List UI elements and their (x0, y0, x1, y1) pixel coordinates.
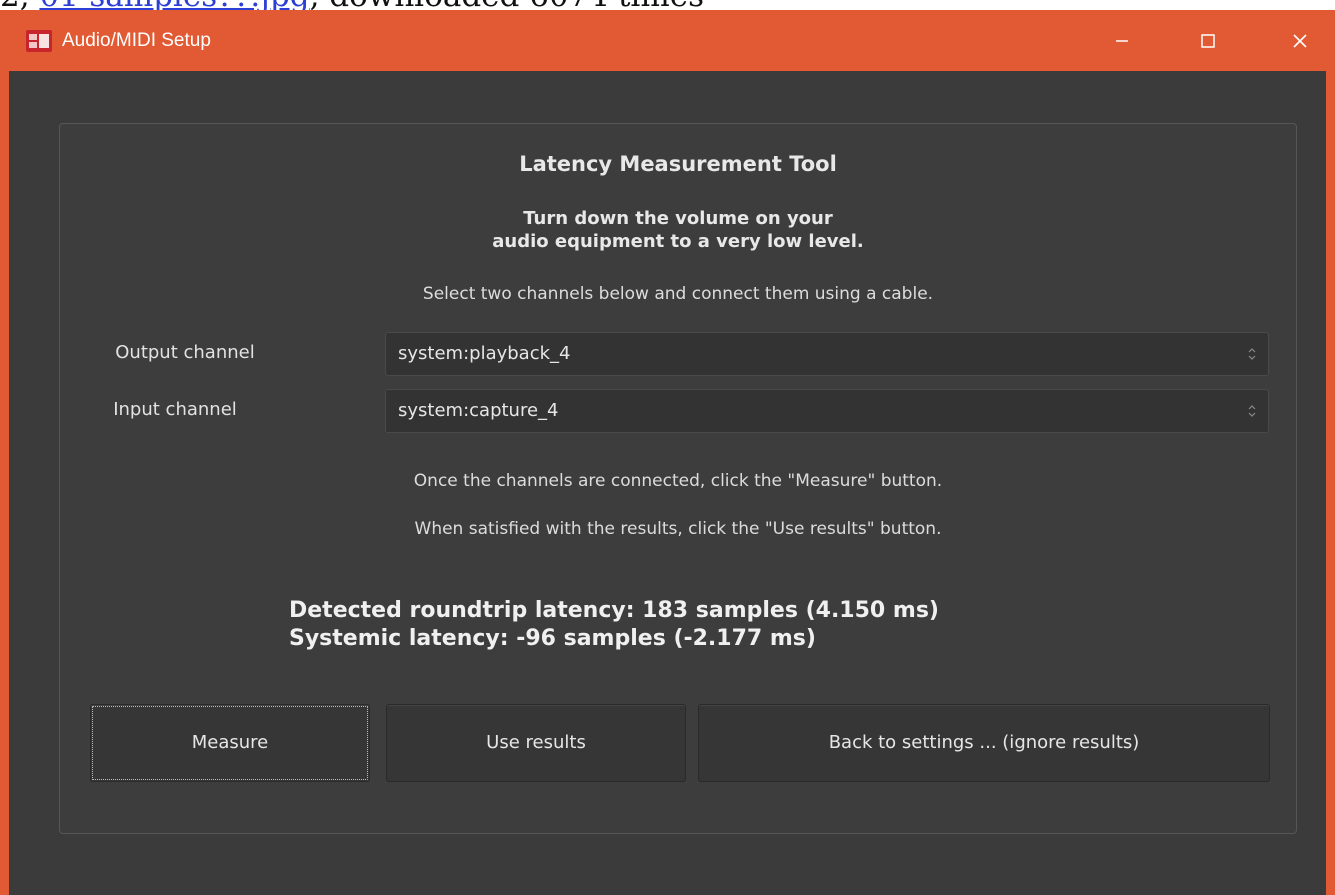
back-to-settings-button[interactable]: Back to settings ... (ignore results) (698, 704, 1270, 782)
use-results-button[interactable]: Use results (386, 704, 686, 782)
latency-tool-panel: Latency Measurement Tool Turn down the v… (59, 123, 1297, 834)
latency-results: Detected roundtrip latency: 183 samples … (289, 597, 939, 653)
volume-warning: Turn down the volume on your audio equip… (60, 207, 1296, 253)
input-channel-label: Input channel (113, 399, 237, 420)
minimize-button[interactable] (1090, 10, 1154, 71)
maximize-icon (1201, 33, 1215, 48)
window-title: Audio/MIDI Setup (62, 30, 211, 51)
select-channels-instruction: Select two channels below and connect th… (422, 284, 934, 304)
output-channel-select[interactable]: system:playback_4 (385, 332, 1269, 376)
warning-line-1: Turn down the volume on your (523, 208, 833, 229)
app-icon (26, 30, 52, 52)
minimize-icon (1116, 39, 1128, 42)
maximize-button[interactable] (1176, 10, 1240, 71)
input-channel-value: system:capture_4 (398, 400, 559, 421)
systemic-latency-result: Systemic latency: -96 samples (-2.177 ms… (289, 626, 816, 651)
output-channel-value: system:playback_4 (398, 343, 571, 364)
spinner-arrows-icon (1248, 405, 1256, 417)
input-channel-select[interactable]: system:capture_4 (385, 389, 1269, 433)
tool-title: Latency Measurement Tool (519, 152, 837, 176)
warning-line-2: audio equipment to a very low level. (492, 231, 864, 252)
audio-midi-setup-window: Audio/MIDI Setup Latency Measurement Too… (0, 10, 1335, 895)
spinner-arrows-icon (1248, 348, 1256, 360)
window-border-left (0, 71, 9, 895)
close-icon (1293, 33, 1307, 48)
title-bar[interactable]: Audio/MIDI Setup (0, 10, 1335, 71)
close-button[interactable] (1268, 10, 1332, 71)
roundtrip-latency-result: Detected roundtrip latency: 183 samples … (289, 598, 939, 623)
window-border-right (1326, 71, 1335, 895)
use-results-instruction: When satisfied with the results, click t… (414, 519, 942, 539)
window-client-area: Latency Measurement Tool Turn down the v… (9, 71, 1326, 895)
measure-instruction: Once the channels are connected, click t… (413, 471, 943, 491)
output-channel-label: Output channel (115, 342, 255, 363)
measure-button[interactable]: Measure (90, 704, 370, 782)
